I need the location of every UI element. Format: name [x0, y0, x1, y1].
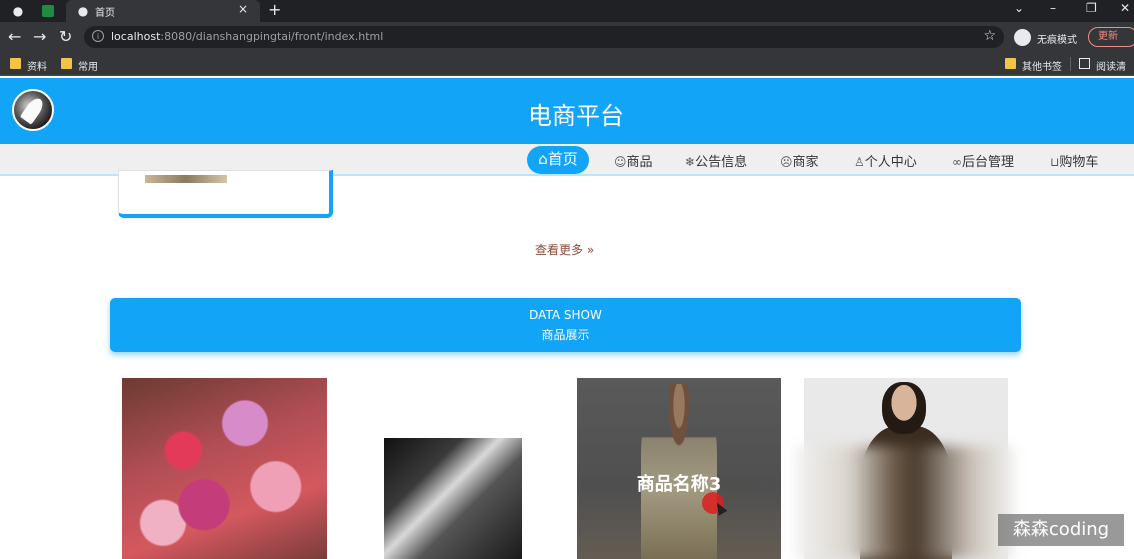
new-tab-icon[interactable]: + — [268, 0, 281, 19]
banner-title-en: DATA SHOW — [529, 308, 602, 322]
folder-icon — [61, 58, 72, 69]
address-bar: ← → ↻ i localhost:8080/dianshangpingtai/… — [0, 22, 1134, 52]
card-image — [145, 175, 227, 183]
reading-list-icon — [1079, 58, 1090, 69]
browser-tab-bar: ● ● 首页 × + ⌄ – ❐ ✕ — [0, 0, 1134, 22]
product-title: 商品名称3 — [636, 474, 722, 495]
maximize-icon[interactable]: ❐ — [1086, 1, 1097, 15]
product-card-hovered[interactable]: 商品名称3 — [577, 378, 781, 559]
bookmark-folder-ziliao[interactable]: 资料 — [27, 58, 47, 73]
close-icon[interactable]: × — [238, 2, 248, 16]
nav-label: 首页 — [547, 150, 578, 168]
cart-icon: ⊔ — [1050, 155, 1060, 169]
nav-item-user-center[interactable]: ♙个人中心 — [854, 151, 917, 170]
incognito-label[interactable]: 无痕模式 — [1037, 31, 1077, 46]
chevron-down-icon[interactable]: ⌄ — [1014, 1, 1024, 15]
url-text[interactable]: localhost:8080/dianshangpingtai/front/in… — [111, 30, 383, 43]
site-header: 电商平台 — [0, 78, 1134, 144]
reload-icon[interactable]: ↻ — [59, 28, 72, 46]
hover-overlay — [577, 378, 781, 559]
product-icon: ☺ — [614, 155, 627, 169]
info-icon[interactable]: i — [92, 30, 104, 42]
nav-item-announcements[interactable]: ❄公告信息 — [685, 151, 747, 170]
user-icon: ♙ — [854, 155, 865, 169]
home-icon: ⌂ — [538, 150, 548, 168]
previous-item-card[interactable] — [118, 170, 333, 218]
tab-title: 首页 — [95, 8, 115, 19]
forward-icon[interactable]: → — [33, 28, 46, 46]
product-card[interactable] — [122, 378, 327, 559]
section-banner: DATA SHOW 商品展示 — [110, 298, 1021, 352]
bookmarks-bar: 资料 常用 其他书签 阅读清单 — [0, 52, 1134, 88]
product-image-head — [882, 382, 926, 434]
blurred-region — [795, 446, 1015, 559]
watermark: 森森coding — [998, 514, 1124, 546]
folder-icon — [1005, 58, 1016, 69]
nav-item-admin[interactable]: ∞后台管理 — [952, 151, 1014, 170]
nav-item-products[interactable]: ☺商品 — [614, 151, 653, 170]
snowflake-icon: ❄ — [685, 155, 696, 169]
nav-item-cart[interactable]: ⊔购物车 — [1050, 151, 1098, 170]
shop-icon: ☹ — [780, 155, 793, 169]
back-icon[interactable]: ← — [8, 28, 21, 46]
sheets-tab-icon[interactable] — [42, 5, 54, 17]
folder-icon — [10, 58, 21, 69]
divider — [1070, 57, 1071, 71]
url-input[interactable]: i localhost:8080/dianshangpingtai/front/… — [84, 26, 1004, 48]
view-more-link[interactable]: 查看更多 » — [535, 241, 594, 258]
bookmark-folder-changyong[interactable]: 常用 — [78, 58, 98, 73]
window-close-icon[interactable]: ✕ — [1120, 1, 1130, 15]
incognito-icon[interactable] — [1014, 29, 1031, 46]
minimize-icon[interactable]: – — [1050, 1, 1056, 15]
other-bookmarks[interactable]: 其他书签 — [1022, 58, 1062, 73]
globe-icon: ● — [77, 4, 89, 18]
globe-icon[interactable]: ● — [10, 3, 26, 19]
update-button[interactable]: 更新 — [1088, 27, 1134, 47]
bookmark-star-icon[interactable]: ☆ — [983, 28, 996, 44]
product-card[interactable] — [384, 438, 522, 559]
banner-title-cn: 商品展示 — [541, 328, 590, 342]
link-icon: ∞ — [952, 155, 962, 169]
nav-item-merchants[interactable]: ☹商家 — [780, 151, 819, 170]
site-title: 电商平台 — [528, 102, 624, 130]
nav-item-home[interactable]: ⌂首页 — [527, 146, 589, 174]
